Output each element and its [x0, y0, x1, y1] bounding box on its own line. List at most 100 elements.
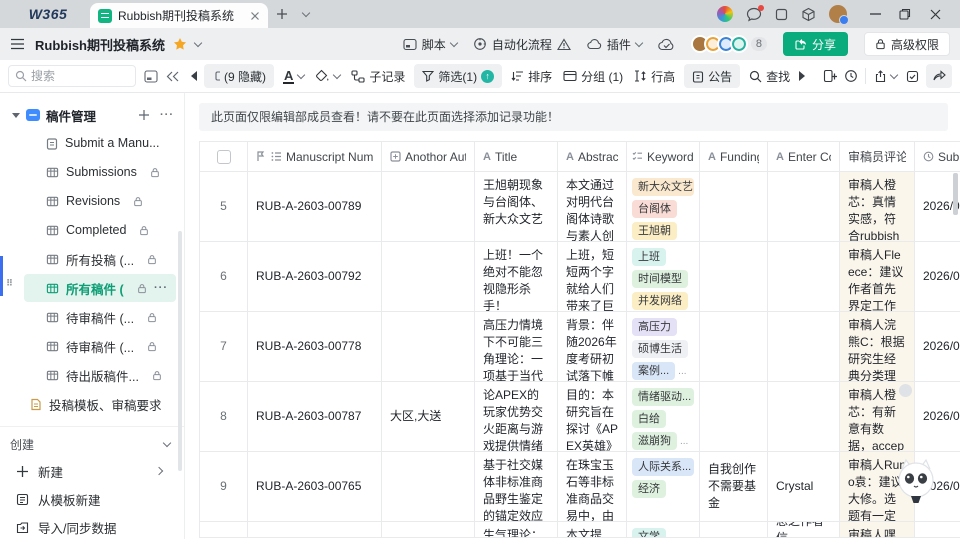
cell-funding[interactable] [700, 382, 768, 452]
cell-num[interactable]: 6 [200, 242, 248, 312]
cell-review[interactable]: 审稿人浣熊C：根据研究生经典分类理论，研究... [840, 312, 915, 382]
table-row[interactable]: 生气理论：一...本文提出“生...文学总之作者信...审稿人嘿嘿... [200, 522, 960, 538]
cell-keywords[interactable]: 文学 [627, 522, 700, 538]
account-avatar[interactable] [829, 5, 847, 23]
cell-subm[interactable]: 2026/0 [915, 312, 960, 382]
messages-icon[interactable] [746, 7, 762, 22]
select-all-checkbox[interactable] [217, 150, 231, 164]
cloud-sync-icon[interactable] [658, 38, 675, 51]
sidebar-item[interactable]: 待出版稿件... [24, 361, 176, 389]
import-sync-button[interactable]: 导入/同步数据 [0, 513, 184, 539]
collapse-sidebar-icon[interactable] [166, 71, 179, 82]
cell-funding[interactable] [700, 522, 768, 538]
plugins-button[interactable]: 插件 [587, 36, 642, 53]
section-more-icon[interactable]: ··· [160, 109, 174, 121]
cell-id[interactable] [248, 522, 382, 538]
cell-title[interactable]: 王旭朝现象与台阁体、新大众文艺 [475, 172, 558, 242]
cell-keywords[interactable]: 高压力硕博生活案例...... [627, 312, 700, 382]
directory-panel-icon[interactable] [144, 70, 158, 83]
add-icon[interactable] [138, 109, 150, 121]
cell-author[interactable] [382, 172, 475, 242]
cell-funding[interactable] [700, 172, 768, 242]
column-header-submission[interactable]: Subm... [915, 142, 960, 172]
cell-enterco[interactable] [768, 242, 840, 312]
cell-funding[interactable]: 自我创作不需要基金 [700, 452, 768, 522]
table-row[interactable]: 6RUB-A-2603-00792上班！一个绝对不能忽视隐形杀手！上班，短短两个… [200, 242, 960, 312]
announcement-button[interactable]: 公告 [684, 64, 740, 88]
table-row[interactable]: 8RUB-A-2603-00787大区,大送论APEX的玩家优势交火距离与游戏提… [200, 382, 960, 452]
history-icon[interactable] [844, 69, 858, 83]
add-view-icon[interactable] [823, 69, 837, 83]
select-all-cell[interactable] [200, 142, 248, 172]
cell-funding[interactable] [700, 312, 768, 382]
share-button[interactable]: 分享 [783, 32, 848, 56]
cell-num[interactable]: 9 [200, 452, 248, 522]
collaborator-avatars[interactable]: 8 [691, 35, 767, 53]
sidebar-item[interactable]: 所有投稿 (... [24, 245, 176, 273]
table-row[interactable]: 9RUB-A-2603-00765 基于社交媒体非标准商品野生鉴定的锚定效应实证研… [200, 452, 960, 522]
new-tab-button[interactable] [272, 4, 292, 24]
task-checklist-icon[interactable] [906, 70, 919, 83]
advanced-permission-button[interactable]: 高级权限 [864, 32, 950, 56]
cell-author[interactable]: 大区,大送 [382, 382, 475, 452]
create-new-button[interactable]: 新建 [0, 457, 184, 485]
tab-list-button[interactable] [296, 4, 316, 24]
cell-keywords[interactable]: 情绪驱动...白给滋崩狗... [627, 382, 700, 452]
cell-author[interactable] [382, 242, 475, 312]
cell-num[interactable] [200, 522, 248, 538]
cell-title[interactable]: 生气理论：一... [475, 522, 558, 538]
table-scrollbar[interactable] [953, 173, 958, 215]
filter-button[interactable]: 筛选(1) ↑ [414, 64, 502, 88]
group-button[interactable]: 分组 (1) [561, 68, 625, 85]
column-header-title[interactable]: A Title [475, 142, 558, 172]
sort-button[interactable]: 排序 [509, 68, 554, 85]
cell-id[interactable]: RUB-A-2603-00789 [248, 172, 382, 242]
cell-title[interactable]: 上班！一个绝对不能忽视隐形杀手！ [475, 242, 558, 312]
cell-id[interactable]: RUB-A-2603-00765 [248, 452, 382, 522]
sidebar-section-manuscripts[interactable]: 稿件管理 ··· [0, 101, 184, 129]
row-height-button[interactable]: 行高 [632, 68, 677, 85]
column-header-funding[interactable]: A Funding... [700, 142, 768, 172]
subrecords-button[interactable]: 子记录 [349, 68, 407, 85]
column-header-abstract[interactable]: A Abstract [558, 142, 627, 172]
hidden-fields-button[interactable]: (9 隐藏) [204, 64, 274, 88]
cell-keywords[interactable]: 新大众文艺台阁体王旭朝 [627, 172, 700, 242]
sidebar-search[interactable] [8, 65, 136, 87]
find-button[interactable]: 查找 [747, 68, 792, 85]
cell-subm[interactable]: 2026/0 [915, 242, 960, 312]
script-button[interactable]: 脚本 [403, 36, 457, 53]
table-row[interactable]: 5RUB-A-2603-00789 王旭朝现象与台阁体、新大众文艺本文通过对明代台… [200, 172, 960, 242]
cell-abstract[interactable]: 上班，短短两个字就给人们带来了巨大的恐慌... [558, 242, 627, 312]
scroll-left-icon[interactable] [191, 71, 197, 81]
drag-handle-icon[interactable]: ⠿ [6, 281, 14, 295]
table-row[interactable]: 7RUB-A-2603-00778高压力情境下不可能三角理论：一项基于当代硕博生… [200, 312, 960, 382]
cell-abstract[interactable]: 本文通过对明代台阁体诗歌与素人创作者王旭... [558, 172, 627, 242]
cell-keywords[interactable]: 人际关系...经济 [627, 452, 700, 522]
cell-title[interactable]: 论APEX的玩家优势交火距离与游戏提供情绪价值的... [475, 382, 558, 452]
column-header-manuscript[interactable]: Manuscript Num... [248, 142, 382, 172]
item-more-icon[interactable]: ··· [154, 282, 176, 294]
multi-window-icon[interactable] [775, 8, 788, 21]
cell-review[interactable]: 审稿人Fleece：建议作者首先界定工作的范围，... [840, 242, 915, 312]
cell-review[interactable]: 审稿人橙芯：有新意有数据，accept 浣熊C：... [840, 382, 915, 452]
cell-subm[interactable]: 2026/0 [915, 382, 960, 452]
cell-enterco[interactable] [768, 312, 840, 382]
cell-title[interactable]: 基于社交媒体非标准商品野生鉴定的锚定效应实证研... [475, 452, 558, 522]
workspace-cube-icon[interactable] [801, 7, 816, 22]
column-header-review[interactable]: 审稿员评论 [840, 142, 915, 172]
cell-keywords[interactable]: 上班时间模型并发网络 [627, 242, 700, 312]
cell-id[interactable]: RUB-A-2603-00787 [248, 382, 382, 452]
automation-button[interactable]: 自动化流程 [473, 36, 571, 53]
restore-button[interactable] [890, 2, 920, 26]
cell-abstract[interactable]: 背景：伴随2026年度考研初试落下帷幕，一批满... [558, 312, 627, 382]
fill-color-button[interactable] [313, 69, 342, 83]
sidebar-item[interactable]: Submissions [24, 158, 176, 186]
scroll-right-icon[interactable] [799, 71, 805, 81]
sidebar-item[interactable]: 待审稿件 (... [24, 332, 176, 360]
favorite-star-icon[interactable] [173, 37, 187, 51]
close-button[interactable] [920, 2, 950, 26]
export-button[interactable] [872, 70, 899, 83]
section-expand-icon[interactable] [12, 113, 20, 118]
cell-num[interactable]: 5 [200, 172, 248, 242]
cell-enterco[interactable]: 总之作者信... [768, 522, 840, 538]
